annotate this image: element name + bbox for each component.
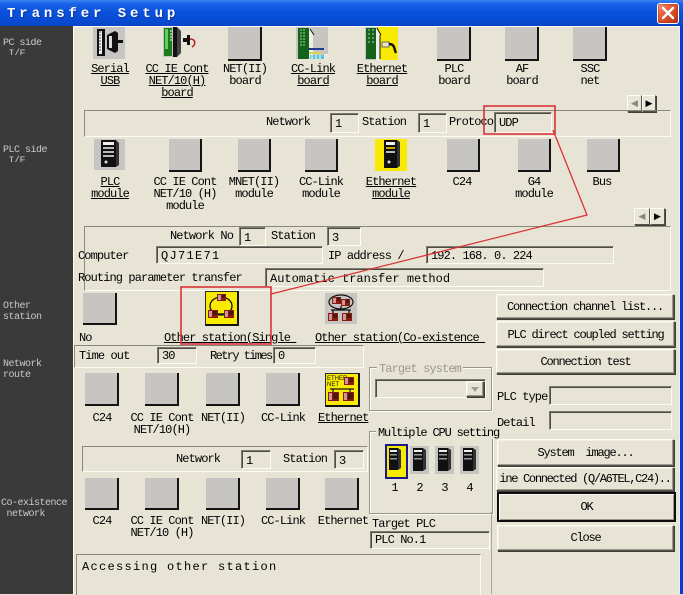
svg-text:NET: NET [327,382,339,388]
